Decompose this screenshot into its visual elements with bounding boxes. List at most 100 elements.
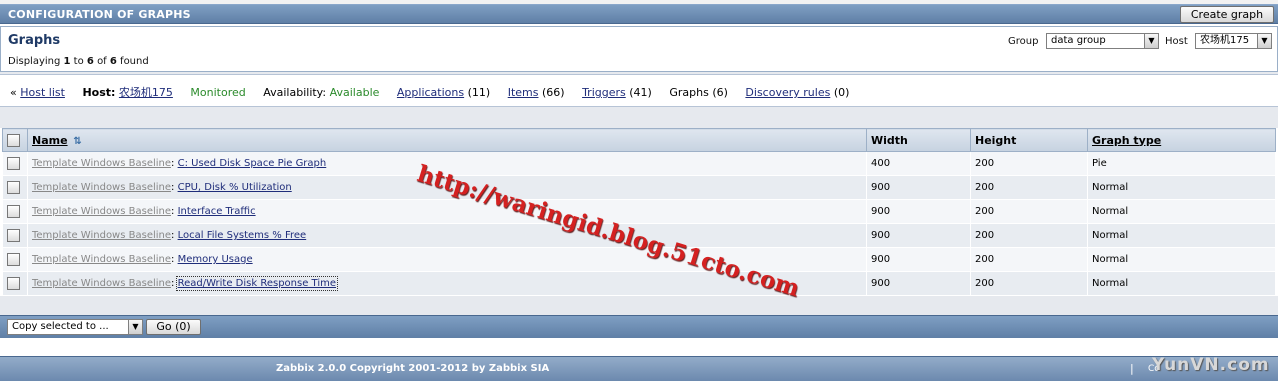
- graph-height-cell: 200: [970, 151, 1088, 176]
- items-count: (66): [541, 86, 565, 99]
- name-separator: :: [171, 230, 175, 241]
- table-header-row: Name ⇅ Width Height Graph type: [2, 128, 1276, 152]
- graph-link[interactable]: C: Used Disk Space Pie Graph: [178, 158, 327, 169]
- row-checkbox[interactable]: [7, 277, 20, 290]
- footer-separator: |: [1130, 362, 1134, 375]
- displaying-total: 6: [109, 56, 117, 67]
- row-select-cell: [2, 199, 28, 224]
- row-checkbox[interactable]: [7, 229, 20, 242]
- status-monitored: Monitored: [190, 86, 246, 99]
- spacer-band: [0, 107, 1278, 128]
- applications-link[interactable]: Applications: [397, 86, 464, 99]
- displaying-of-word: of: [97, 56, 107, 67]
- graphs-heading: Graphs: [8, 33, 61, 48]
- go-button[interactable]: Go (0): [146, 319, 201, 335]
- bulk-action-bar: Copy selected to ... ▼ Go (0): [0, 315, 1278, 338]
- graph-name-cell: Template Windows Baseline: Interface Tra…: [27, 199, 867, 224]
- row-select-cell: [2, 247, 28, 272]
- graph-type-cell: Normal: [1087, 223, 1276, 248]
- graph-type-cell: Normal: [1087, 175, 1276, 200]
- items-link[interactable]: Items: [508, 86, 539, 99]
- group-select-value: data group: [1051, 35, 1106, 46]
- table-row: Template Windows Baseline: Interface Tra…: [2, 199, 1276, 224]
- copy-selected-value: Copy selected to ...: [12, 321, 109, 332]
- select-all-checkbox[interactable]: [7, 133, 20, 147]
- template-link[interactable]: Template Windows Baseline: [32, 278, 171, 289]
- host-list-link[interactable]: Host list: [20, 86, 65, 99]
- table-row: Template Windows Baseline: CPU, Disk % U…: [2, 175, 1276, 200]
- site-watermark-logo: YunVN.com: [1152, 355, 1270, 375]
- graph-link[interactable]: Interface Traffic: [178, 206, 256, 217]
- height-column-header: Height: [970, 128, 1088, 152]
- row-checkbox[interactable]: [7, 181, 20, 194]
- row-checkbox[interactable]: [7, 253, 20, 266]
- displaying-prefix: Displaying: [8, 56, 61, 67]
- table-row: Template Windows Baseline: C: Used Disk …: [2, 151, 1276, 176]
- graph-link[interactable]: Memory Usage: [178, 254, 253, 265]
- availability-value: Available: [329, 86, 380, 99]
- page-title: CONFIGURATION OF GRAPHS: [8, 8, 191, 21]
- graphs-count: (6): [712, 86, 728, 99]
- displaying-count: Displaying 1 to 6 of 6 found: [8, 56, 149, 67]
- graph-link[interactable]: CPU, Disk % Utilization: [178, 182, 292, 193]
- graph-link[interactable]: Local File Systems % Free: [178, 230, 307, 241]
- sort-asc-icon: ⇅: [73, 135, 82, 147]
- group-select[interactable]: data group ▼: [1046, 33, 1159, 49]
- graph-width-cell: 900: [866, 223, 971, 248]
- name-separator: :: [171, 278, 175, 289]
- discovery-rules-link[interactable]: Discovery rules: [745, 86, 830, 99]
- width-column-header: Width: [866, 128, 971, 152]
- name-separator: :: [171, 182, 175, 193]
- copyright-text: Zabbix 2.0.0 Copyright 2001-2012 by Zabb…: [276, 363, 550, 374]
- graph-type-cell: Normal: [1087, 247, 1276, 272]
- graph-width-cell: 900: [866, 247, 971, 272]
- graph-name-cell: Template Windows Baseline: Local File Sy…: [27, 223, 867, 248]
- host-select[interactable]: 农场机175 ▼: [1195, 33, 1272, 49]
- template-link[interactable]: Template Windows Baseline: [32, 230, 171, 241]
- create-graph-button[interactable]: Create graph: [1180, 6, 1274, 23]
- row-select-cell: [2, 175, 28, 200]
- template-link[interactable]: Template Windows Baseline: [32, 206, 171, 217]
- template-link[interactable]: Template Windows Baseline: [32, 254, 171, 265]
- displaying-suffix: found: [120, 56, 149, 67]
- copy-selected-select[interactable]: Copy selected to ... ▼: [7, 319, 143, 335]
- name-separator: :: [171, 158, 175, 169]
- graph-type-column-header[interactable]: Graph type: [1087, 128, 1276, 152]
- graph-type-sort-link[interactable]: Graph type: [1092, 134, 1161, 147]
- row-checkbox[interactable]: [7, 157, 20, 170]
- graphs-filter-box: Graphs Displaying 1 to 6 of 6 found Grou…: [0, 26, 1278, 72]
- graph-type-cell: Pie: [1087, 151, 1276, 176]
- template-link[interactable]: Template Windows Baseline: [32, 182, 171, 193]
- graph-type-cell: Normal: [1087, 199, 1276, 224]
- row-select-cell: [2, 223, 28, 248]
- row-checkbox[interactable]: [7, 205, 20, 218]
- graph-height-cell: 200: [970, 175, 1088, 200]
- chevron-down-icon: ▼: [128, 320, 142, 334]
- graph-height-cell: 200: [970, 199, 1088, 224]
- triggers-count: (41): [629, 86, 652, 99]
- graph-link[interactable]: Read/Write Disk Response Time: [175, 276, 339, 291]
- table-row: Template Windows Baseline: Read/Write Di…: [2, 271, 1276, 296]
- host-label: Host:: [82, 86, 116, 99]
- graph-width-cell: 900: [866, 271, 971, 296]
- graphs-table: Name ⇅ Width Height Graph type Template …: [2, 128, 1276, 296]
- graph-width-cell: 400: [866, 151, 971, 176]
- name-sort-link[interactable]: Name: [32, 134, 68, 147]
- spacer-band: [0, 338, 1278, 356]
- chevron-down-icon: ▼: [1144, 34, 1158, 48]
- triggers-link[interactable]: Triggers: [582, 86, 626, 99]
- host-name-link[interactable]: 农场机175: [119, 86, 173, 99]
- name-separator: :: [171, 206, 175, 217]
- displaying-to: 6: [86, 56, 94, 67]
- template-link[interactable]: Template Windows Baseline: [32, 158, 171, 169]
- graph-height-cell: 200: [970, 271, 1088, 296]
- graphs-current: Graphs: [669, 86, 709, 99]
- applications-count: (11): [467, 86, 491, 99]
- row-select-cell: [2, 271, 28, 296]
- discovery-count: (0): [833, 86, 850, 99]
- page-header-bar: CONFIGURATION OF GRAPHS Create graph: [0, 4, 1278, 24]
- displaying-to-word: to: [73, 56, 84, 67]
- group-label: Group: [1008, 36, 1039, 47]
- graph-height-cell: 200: [970, 247, 1088, 272]
- name-column-header[interactable]: Name ⇅: [27, 128, 867, 152]
